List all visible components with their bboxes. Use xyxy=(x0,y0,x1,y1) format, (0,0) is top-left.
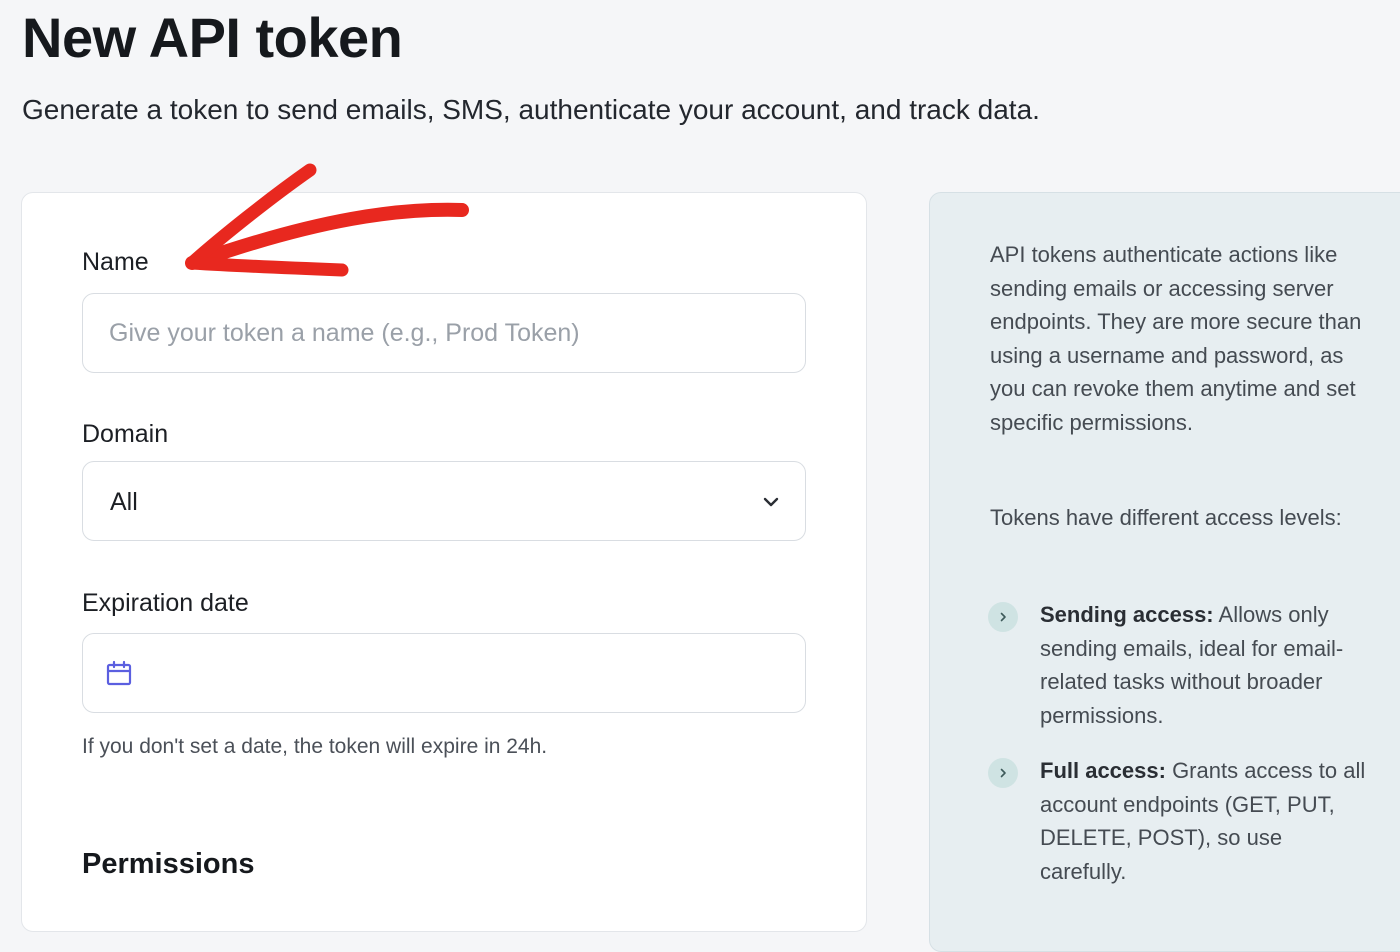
access-level-text: Full access: Grants access to all accoun… xyxy=(1040,754,1370,888)
page-subtitle: Generate a token to send emails, SMS, au… xyxy=(22,94,1040,125)
access-level-title: Full access: xyxy=(1040,758,1166,783)
info-paragraph-intro: API tokens authenticate actions like sen… xyxy=(990,242,1362,435)
token-form-card: Name Domain All Expiration date If you d… xyxy=(21,192,867,932)
expiration-date-input[interactable] xyxy=(82,633,806,713)
expiration-helper-text: If you don't set a date, the token will … xyxy=(82,735,548,758)
domain-select[interactable]: All xyxy=(82,461,806,541)
chevron-right-icon xyxy=(988,602,1018,632)
chevron-down-icon xyxy=(763,497,779,507)
domain-select-value: All xyxy=(110,488,138,516)
calendar-icon[interactable] xyxy=(105,660,133,688)
info-panel: API tokens authenticate actions like sen… xyxy=(929,192,1400,952)
permissions-title: Permissions xyxy=(82,848,255,880)
expiration-label: Expiration date xyxy=(82,589,249,617)
page-title: New API token xyxy=(22,6,403,69)
domain-label: Domain xyxy=(82,420,169,448)
access-level-title: Sending access: xyxy=(1040,602,1214,627)
access-level-text: Sending access: Allows only sending emai… xyxy=(1040,598,1370,732)
name-label: Name xyxy=(82,248,149,276)
chevron-right-icon xyxy=(988,758,1018,788)
token-name-input[interactable] xyxy=(82,293,806,373)
info-paragraph-levels: Tokens have different access levels: xyxy=(990,505,1342,530)
